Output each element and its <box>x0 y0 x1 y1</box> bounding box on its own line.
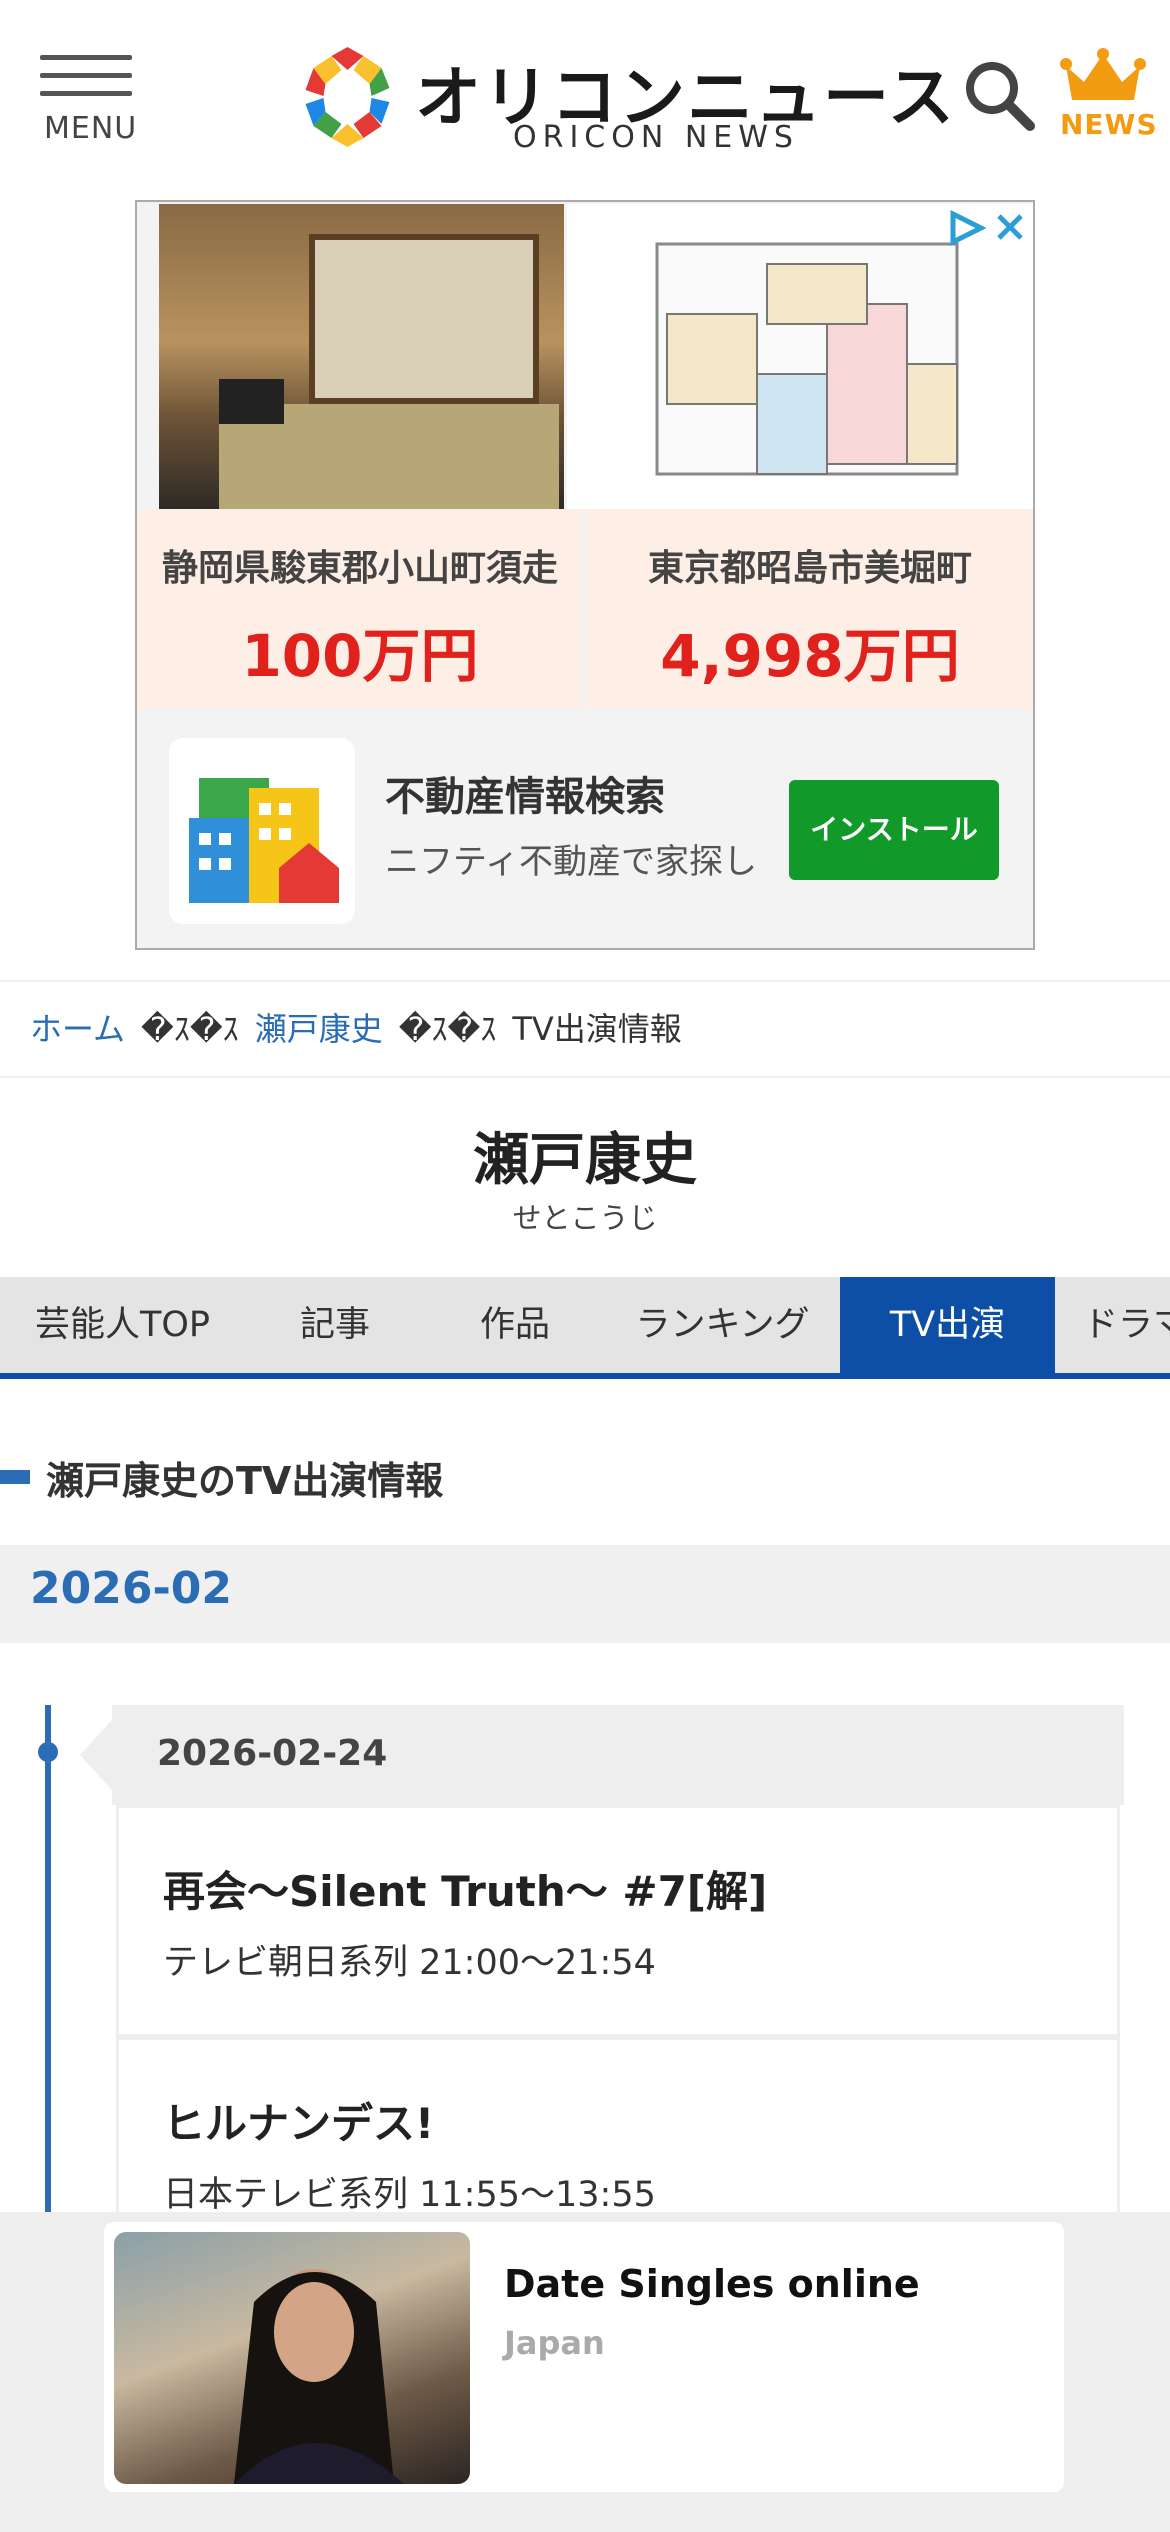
section-marker <box>0 1470 30 1484</box>
ad-app-subtitle: ニフティ不動産で家探し <box>385 842 757 882</box>
date-label: 2026-02-24 <box>157 1733 388 1774</box>
tab-articles[interactable]: 記事 <box>245 1277 425 1373</box>
date-pointer <box>80 1720 112 1790</box>
oricon-logo[interactable]: オリコンニュース ORICON NEWS <box>295 42 954 157</box>
ad-choices-icon[interactable] <box>917 208 1027 248</box>
search-icon <box>966 62 1035 131</box>
oricon-logo-icon <box>305 47 390 147</box>
breadcrumb-separator: �ｽ�ｽ <box>398 1010 497 1048</box>
building-icon <box>169 738 355 924</box>
section-heading: 瀬戸康史のTV出演情報 <box>0 1450 1170 1510</box>
ad-listing-location: 静岡県駿東郡小山町須走 <box>161 548 558 589</box>
news-button[interactable]: NEWS <box>1058 48 1157 143</box>
profile-tabs: 芸能人TOP 記事 作品 ランキング TV出演 ドラマ <box>0 1277 1170 1379</box>
program-time: テレビ朝日系列 21:00～21:54 <box>163 1943 656 1983</box>
month-header: 2026-02 <box>0 1545 1170 1643</box>
ad-listing-location: 東京都昭島市美堀町 <box>647 548 972 589</box>
page-title: 瀬戸康史 <box>473 1128 697 1193</box>
ad-app-title: 不動産情報検索 <box>385 774 665 820</box>
menu-label: MENU <box>44 111 138 146</box>
tab-ranking[interactable]: ランキング <box>605 1277 840 1373</box>
sticky-bottom-ad: Date Singles online Japan <box>0 2212 1170 2532</box>
ad-app-banner[interactable]: 不動産情報検索 ニフティ不動産で家探し インストール <box>137 712 1033 948</box>
ad-photo-woman[interactable] <box>114 2232 470 2484</box>
ad-image-floor-plan[interactable] <box>567 204 1033 509</box>
search-button[interactable] <box>962 58 1036 132</box>
sticky-ad-card[interactable]: Date Singles online Japan <box>104 2222 1064 2492</box>
sticky-ad-subtitle: Japan <box>504 2324 605 2362</box>
program-item[interactable]: 再会～Silent Truth～ #7[解] テレビ朝日系列 21:00～21:… <box>116 1805 1120 2037</box>
timeline-line <box>45 1705 51 2215</box>
tab-drama[interactable]: ドラマ <box>1055 1277 1170 1373</box>
page-title-reading: せとこうじ <box>512 1201 658 1235</box>
crown-icon <box>1060 48 1146 100</box>
install-button[interactable]: インストール <box>789 780 999 880</box>
news-label: NEWS <box>1060 108 1158 141</box>
program-title: ヒルナンデス! <box>163 2099 435 2148</box>
logo-subtitle: ORICON NEWS <box>513 120 799 155</box>
breadcrumb-person-link[interactable]: 瀬戸康史 <box>255 1010 383 1048</box>
ad-listing-card[interactable]: 東京都昭島市美堀町 4,998万円 <box>587 509 1033 709</box>
breadcrumb-home-link[interactable]: ホーム <box>30 1010 125 1048</box>
ad-listing-price: 100万円 <box>241 622 479 690</box>
month-label: 2026-02 <box>30 1563 232 1614</box>
program-time: 日本テレビ系列 11:55～13:55 <box>163 2175 656 2215</box>
breadcrumb-separator: �ｽ�ｽ <box>141 1010 239 1048</box>
breadcrumb-current: TV出演情報 <box>512 1010 682 1048</box>
ad-listing-card[interactable]: 静岡県駿東郡小山町須走 100万円 <box>137 509 583 709</box>
site-header: MENU オリコンニュース ORICON NEWS NEWS <box>0 0 1170 195</box>
hamburger-icon <box>40 55 140 96</box>
section-title: 瀬戸康史のTV出演情報 <box>46 1459 444 1503</box>
date-header: 2026-02-24 <box>112 1705 1124 1805</box>
advertisement[interactable]: 静岡県駿東郡小山町須走 100万円 東京都昭島市美堀町 4,998万円 不動産情… <box>135 200 1035 950</box>
breadcrumb: ホーム �ｽ�ｽ 瀬戸康史 �ｽ�ｽ TV出演情報 <box>0 980 1170 1078</box>
tab-tv-appearances[interactable]: TV出演 <box>840 1277 1055 1373</box>
floor-plan-icon <box>655 242 959 476</box>
timeline-dot <box>38 1742 58 1762</box>
tab-works[interactable]: 作品 <box>425 1277 605 1373</box>
sticky-ad-title: Date Singles online <box>504 2262 920 2306</box>
ad-image-japanese-room[interactable] <box>159 204 564 509</box>
ad-listing-price: 4,998万円 <box>660 622 960 690</box>
tab-top[interactable]: 芸能人TOP <box>0 1277 245 1373</box>
menu-button[interactable]: MENU <box>40 55 140 146</box>
program-title: 再会～Silent Truth～ #7[解] <box>163 1867 768 1916</box>
